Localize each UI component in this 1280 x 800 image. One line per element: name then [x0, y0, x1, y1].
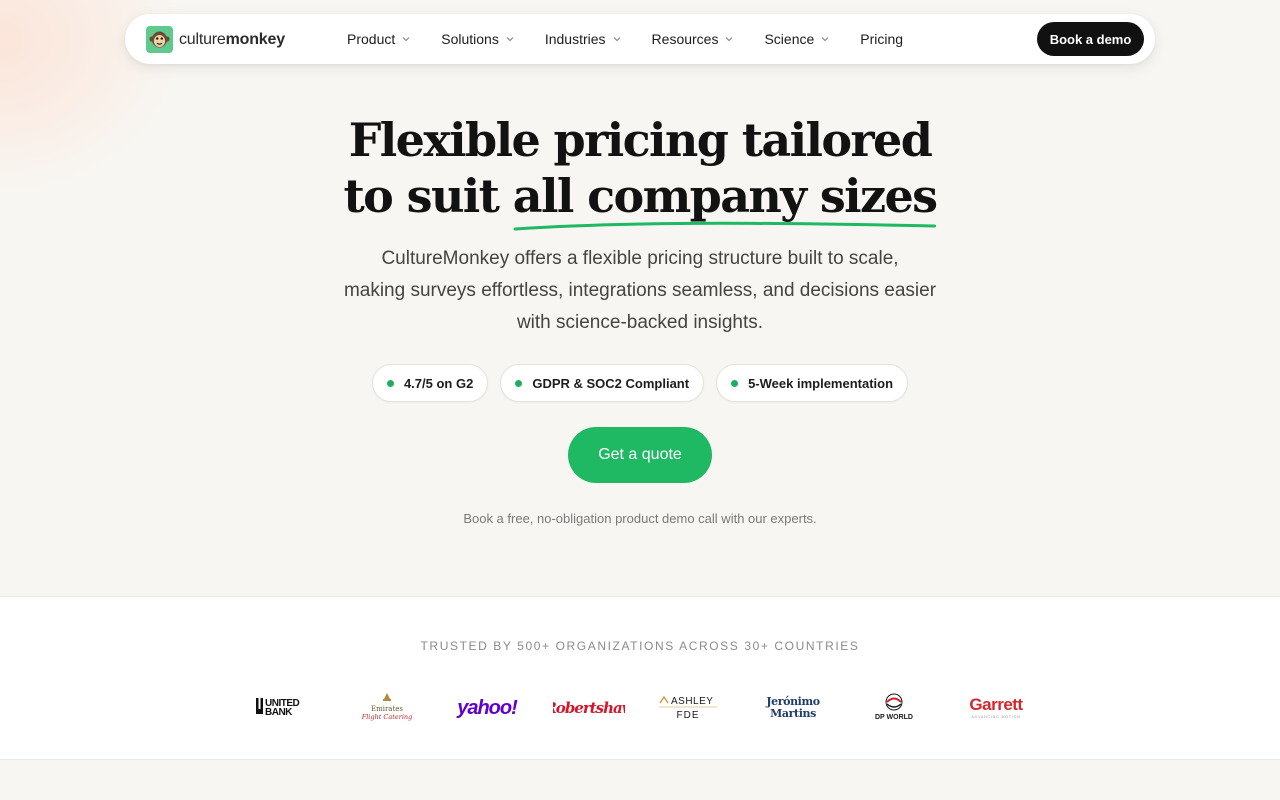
headline-line-2-underlined: all company sizes [512, 169, 938, 223]
main-menu: Product Solutions Industries Resources S… [347, 14, 933, 64]
nav-item-product[interactable]: Product [347, 31, 411, 47]
brand-line-2: ADVANCING MOTION [971, 715, 1020, 719]
brand-line-1: yahoo! [456, 697, 518, 719]
nav-item-science[interactable]: Science [764, 31, 830, 47]
subtitle-line-2: making surveys effortless, integrations … [343, 280, 937, 301]
logo-jeronimo-martins: Jerónimo Martins [758, 687, 828, 727]
logo-dp-world: DP WORLD [864, 687, 924, 727]
logo-united-bank: UNITED BANK [252, 687, 318, 727]
nav-item-label: Industries [544, 31, 606, 47]
nav-item-resources[interactable]: Resources [652, 31, 735, 47]
brand-line-1: ASHLEY [671, 696, 713, 707]
logo-robertshaw: Robertshaw [552, 687, 626, 727]
badge-label: 4.7/5 on G2 [403, 375, 474, 391]
badge-label: GDPR & SOC2 Compliant [532, 375, 690, 391]
logo-emirates-flight-catering: Emirates Flight Catering [356, 687, 418, 727]
next-section-start [0, 760, 1280, 800]
trusted-by-title: TRUSTED BY 500+ ORGANIZATIONS ACROSS 30+… [420, 639, 860, 653]
nav-item-solutions[interactable]: Solutions [441, 31, 515, 47]
brand-line-2: Martins [770, 707, 816, 720]
chevron-down-icon [821, 37, 829, 42]
brand-line-1: Robertshaw [553, 699, 625, 717]
brand-line-1: DP WORLD [875, 714, 913, 721]
nav-item-label: Solutions [441, 31, 499, 47]
headline-highlight: all company sizes [512, 168, 938, 231]
nav-item-industries[interactable]: Industries [545, 31, 622, 47]
underline-squiggle-icon [513, 221, 936, 231]
hero-subtitle: CultureMonkey offers a flexible pricing … [340, 243, 940, 339]
badge-compliance: GDPR & SOC2 Compliant [500, 364, 705, 402]
nav-item-label: Science [764, 31, 815, 47]
nav-item-label: Resources [651, 31, 719, 47]
get-quote-button[interactable]: Get a quote [568, 427, 712, 483]
brand-line-1: Emirates [371, 705, 403, 713]
chevron-down-icon [506, 37, 514, 42]
demo-note: Book a free, no-obligation product demo … [463, 511, 817, 526]
brand-line-1: Garrett [969, 695, 1023, 714]
nav-item-label: Pricing [860, 31, 904, 47]
headline-line-1: Flexible pricing tailored [348, 113, 933, 167]
monkey-face-icon [146, 26, 173, 53]
green-dot-icon [731, 379, 739, 387]
nav-item-label: Product [347, 31, 396, 47]
trusted-by-section: TRUSTED BY 500+ ORGANIZATIONS ACROSS 30+… [0, 596, 1280, 760]
trust-badges: 4.7/5 on G2 GDPR & SOC2 Compliant 5-Week… [0, 364, 1280, 402]
logo-garrett: Garrett ADVANCING MOTION [960, 687, 1032, 727]
subtitle-line-3: with science-backed insights. [516, 312, 764, 333]
headline-line-2-plain: to suit [343, 169, 513, 223]
logo-yahoo: yahoo! [452, 687, 522, 727]
top-navigation-bar: culturemonkey Product Solutions Industri… [125, 14, 1155, 64]
green-dot-icon [515, 379, 523, 387]
brand-line-2: Flight Catering [361, 713, 413, 721]
client-logos: UNITED BANK Emirates Flight Catering yah… [0, 687, 1280, 727]
chevron-down-icon [613, 37, 620, 42]
green-dot-icon [386, 379, 394, 387]
badge-g2-rating: 4.7/5 on G2 [371, 364, 489, 402]
subtitle-line-1: CultureMonkey offers a flexible pricing … [381, 248, 899, 269]
nav-item-pricing[interactable]: Pricing [860, 31, 903, 47]
chevron-down-icon [402, 37, 410, 42]
culturemonkey-logo[interactable]: culturemonkey [146, 26, 285, 53]
brand-line-2: FDE [677, 710, 700, 721]
logo-wordmark: culturemonkey [179, 30, 285, 48]
chevron-down-icon [726, 37, 733, 42]
page-headline: Flexible pricing tailored to suit all co… [0, 112, 1280, 231]
book-demo-button[interactable]: Book a demo [1037, 22, 1144, 56]
badge-implementation: 5-Week implementation [716, 364, 909, 402]
badge-label: 5-Week implementation [748, 375, 894, 391]
logo-ashley-fde: ASHLEY FDE [654, 687, 722, 727]
brand-line-2: BANK [265, 707, 293, 718]
